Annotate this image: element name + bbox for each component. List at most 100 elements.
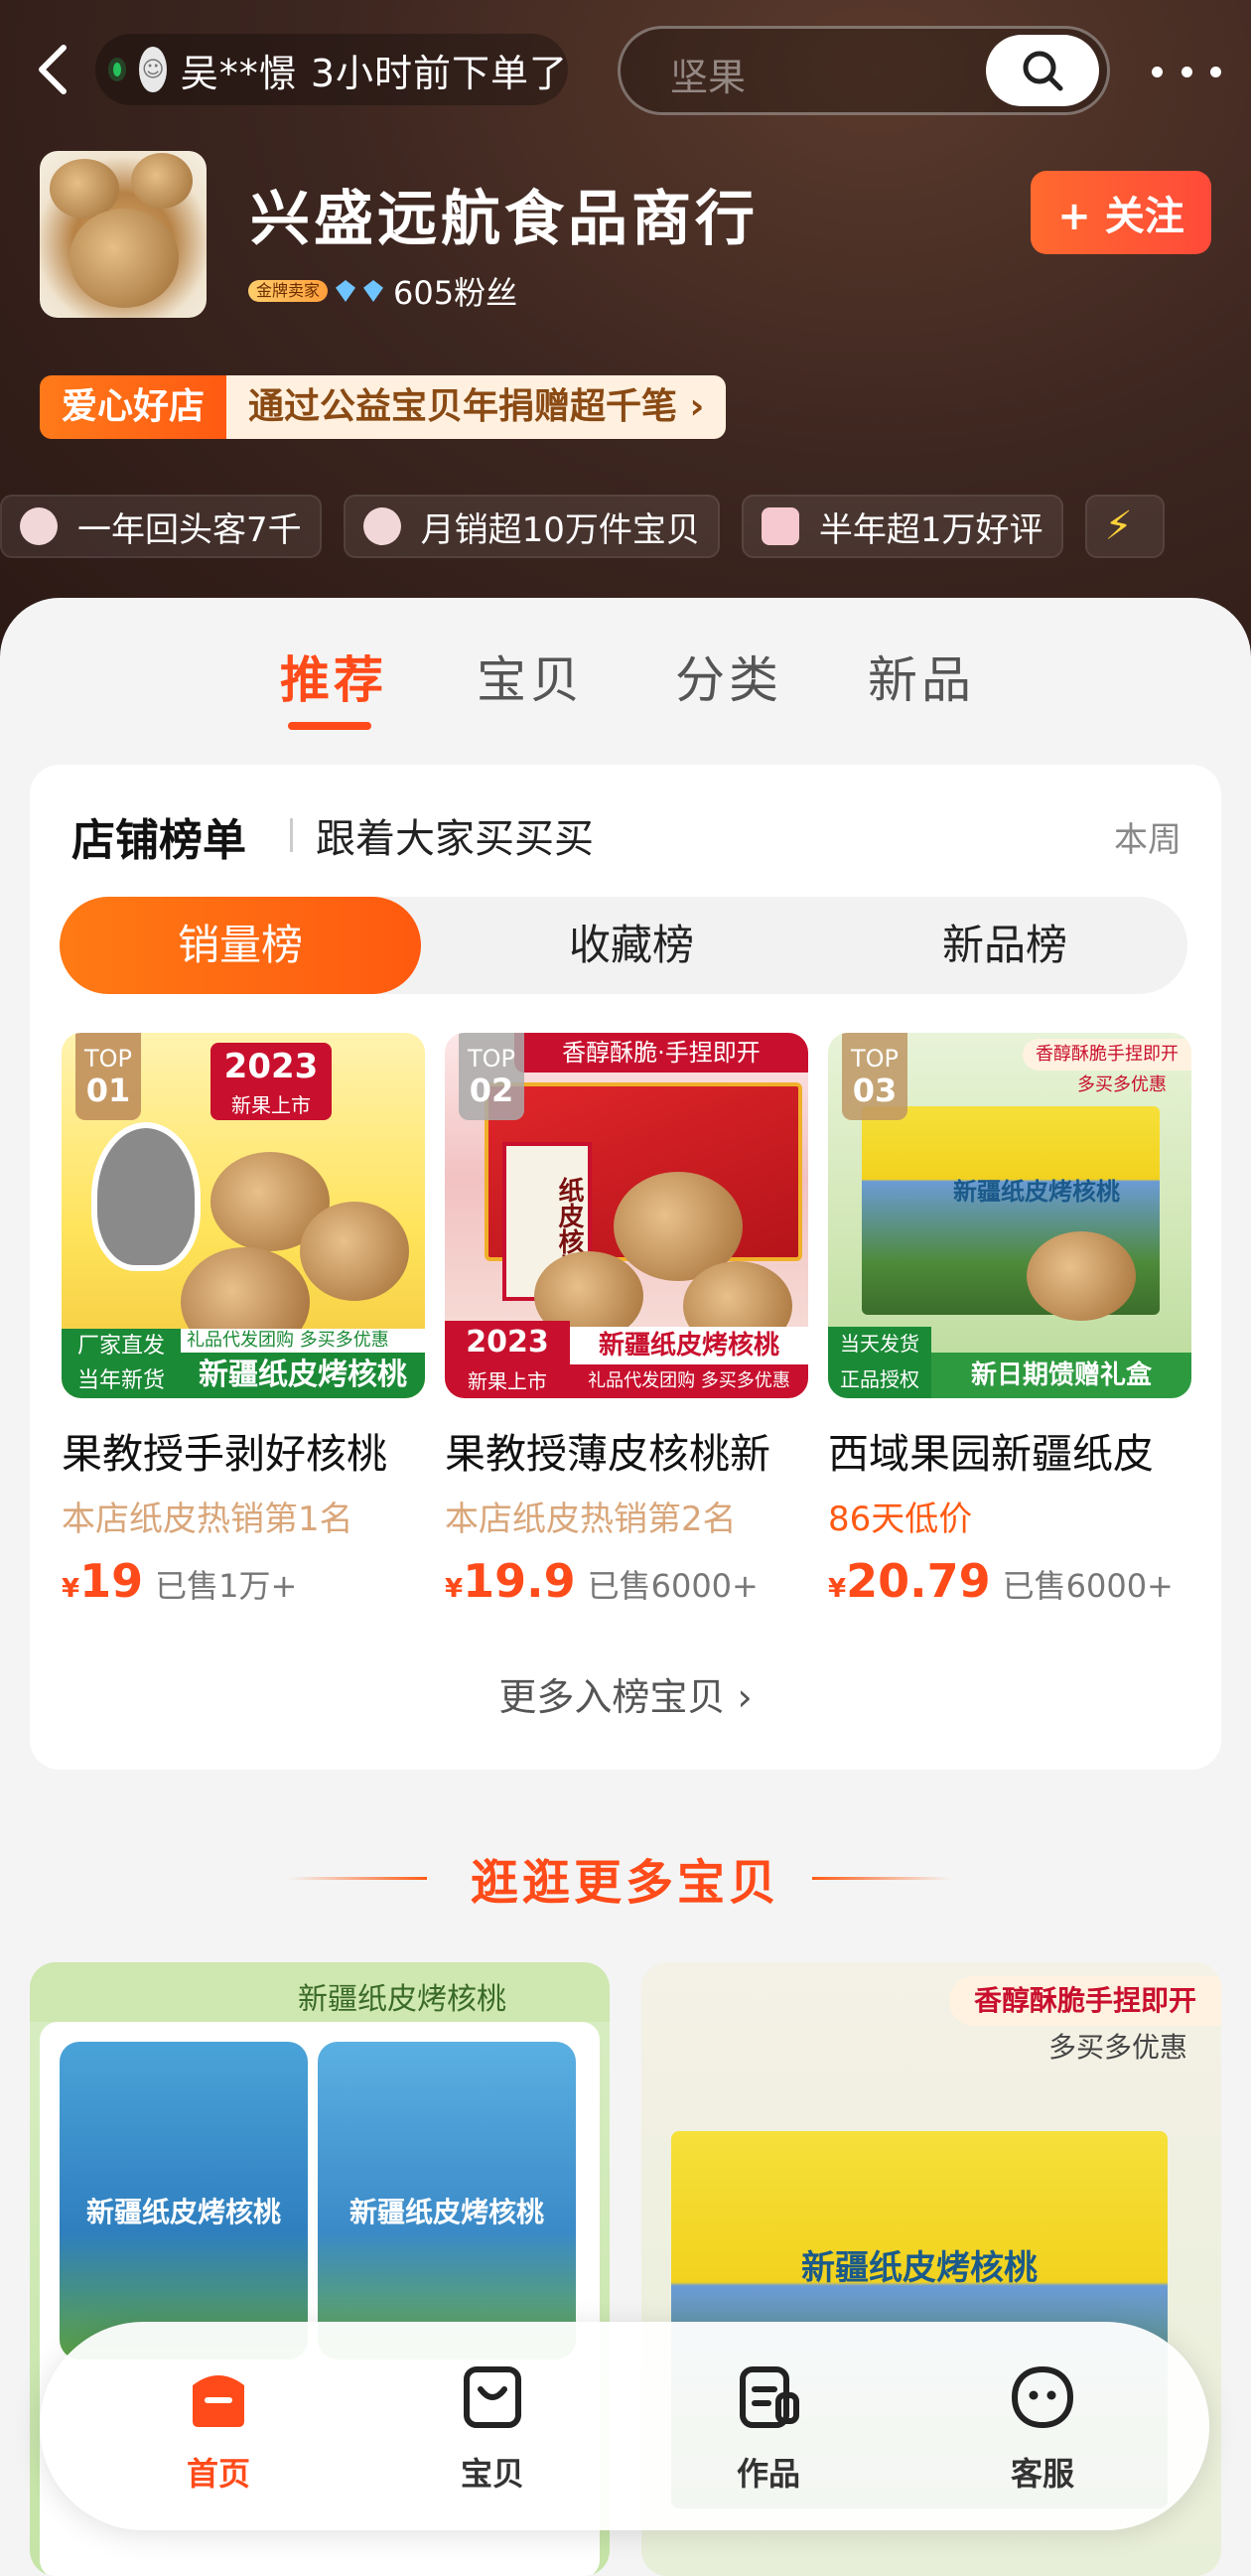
search-icon	[1023, 51, 1063, 91]
image-year-label: 2023	[445, 1321, 570, 1364]
top-rank-badge: TOP 02	[459, 1033, 524, 1120]
stat-good-reviews[interactable]: 半年超1万好评	[741, 495, 1063, 558]
image-promo-label: 多买多优惠	[1077, 1074, 1167, 1095]
back-button[interactable]	[34, 42, 83, 97]
diamond-icon	[336, 280, 356, 302]
recent-order-ticker: ☺ 吴**憬 3小时前下单了	[95, 34, 568, 105]
image-product-label: 新疆纸皮烤核桃	[953, 1178, 1120, 1206]
product-price: 19.9	[463, 1554, 576, 1608]
tab-products[interactable]: 宝贝	[477, 641, 584, 712]
search-button[interactable]	[986, 35, 1099, 106]
image-promo-label: 礼品代发团购 多买多优惠	[570, 1364, 808, 1398]
chat-face-icon	[1011, 2365, 1074, 2429]
ranking-title: 店铺榜单	[71, 815, 246, 866]
image-product-label: 新疆纸皮烤核桃	[181, 1353, 425, 1398]
product-sold: 已售6000+	[587, 1567, 759, 1605]
image-product-label: 新疆纸皮烤核桃	[570, 1327, 808, 1364]
image-direct-label: 厂家直发	[62, 1329, 181, 1364]
image-authorized-label: 正品授权	[828, 1360, 931, 1398]
ranking-period[interactable]: 本周	[1114, 812, 1182, 861]
top-bar: ☺ 吴**憬 3小时前下单了 坚果	[0, 22, 1251, 116]
segment-favorites[interactable]: 收藏榜	[441, 897, 822, 994]
ranking-segment-control: 销量榜 收藏榜 新品榜	[60, 897, 1187, 994]
up-arrow-icon	[362, 507, 401, 545]
product-name[interactable]: 西域果园新疆纸皮	[828, 1420, 1191, 1480]
recent-order-text: 吴**憬 3小时前下单了	[180, 51, 568, 95]
image-fresh-label: 当年新货	[62, 1364, 181, 1398]
stat-monthly-sales[interactable]: 月销超10万件宝贝	[343, 495, 720, 558]
charity-text: 通过公益宝贝年捐赠超千笔 ›	[226, 375, 727, 439]
more-ranked-products-link[interactable]: 更多入榜宝贝 ›	[30, 1666, 1221, 1721]
product-price-row: ¥ 19.9 已售6000+	[445, 1554, 759, 1608]
image-new-fruit-label: 新果上市	[210, 1090, 332, 1120]
lightning-icon: ⚡	[1104, 503, 1133, 549]
card-tag: 多买多优惠	[1047, 2031, 1187, 2064]
more-icon[interactable]	[1152, 52, 1221, 91]
product-name[interactable]: 果教授手剥好核桃	[62, 1420, 425, 1480]
ranking-product-3[interactable]: 香醇酥脆手捏即开 多买多优惠 新疆纸皮烤核桃 当天发货 正品授权 新日期馈赠礼盒…	[828, 1033, 1191, 1608]
product-sold: 已售1万+	[155, 1567, 298, 1605]
segment-sales[interactable]: 销量榜	[60, 897, 421, 994]
gold-seller-badge: 金牌卖家	[248, 280, 329, 302]
image-crispy-label: 香醇酥脆手捏即开	[1023, 1039, 1191, 1071]
live-dot-icon	[113, 63, 122, 76]
package-image: 新疆纸皮烤核桃	[60, 2042, 308, 2360]
more-products-header: 逛逛更多宝贝	[0, 1843, 1251, 1913]
product-rank-text: 本店纸皮热销第1名	[62, 1500, 353, 1539]
shop-ranking-card: 店铺榜单 跟着大家买买买 本周 销量榜 收藏榜 新品榜 2023 新果上市 礼品…	[30, 765, 1221, 1770]
product-image[interactable]: 香醇酥脆·手捏即开 纸皮核桃 2023 新果上市 新疆纸皮烤核桃 礼品代发团购 …	[445, 1033, 808, 1398]
diamond-icon	[363, 280, 384, 302]
segment-new[interactable]: 新品榜	[822, 897, 1187, 994]
nav-customer-service[interactable]: 客服	[973, 2361, 1112, 2495]
card-tag: 香醇酥脆手捏即开	[949, 1976, 1221, 2026]
search-input[interactable]: 坚果	[618, 26, 1110, 115]
thumbs-up-icon	[761, 507, 799, 545]
image-gift-label: 新日期馈赠礼盒	[931, 1353, 1191, 1398]
avatar: ☺	[139, 47, 167, 92]
product-image[interactable]: 香醇酥脆手捏即开 多买多优惠 新疆纸皮烤核桃 当天发货 正品授权 新日期馈赠礼盒…	[828, 1033, 1191, 1398]
nav-home[interactable]: 首页	[149, 2361, 288, 2495]
stat-returning-customers[interactable]: 一年回头客7千	[0, 495, 322, 558]
shop-name: 兴盛远航食品商行	[250, 185, 759, 254]
product-price-row: ¥ 19 已售1万+	[62, 1554, 298, 1608]
stat-more[interactable]: ⚡	[1084, 495, 1165, 558]
shop-logo[interactable]	[40, 151, 207, 318]
charity-banner[interactable]: 爱心好店 通过公益宝贝年捐赠超千笔 ›	[40, 375, 727, 439]
bag-icon	[464, 2366, 521, 2428]
walnut-image	[1027, 1231, 1136, 1321]
tab-new[interactable]: 新品	[868, 641, 975, 712]
ranking-product-1[interactable]: 2023 新果上市 礼品代发团购 多买多优惠 厂家直发 当年新货 新疆纸皮烤核桃…	[62, 1033, 425, 1608]
walnut-image	[300, 1202, 409, 1301]
user-icon	[20, 507, 58, 545]
product-rank-text: 本店纸皮热销第2名	[445, 1500, 737, 1539]
document-icon	[740, 2366, 799, 2428]
active-tab-indicator	[288, 722, 371, 730]
product-price-row: ¥ 20.79 已售6000+	[828, 1554, 1174, 1608]
product-sold: 已售6000+	[1002, 1567, 1174, 1605]
tab-category[interactable]: 分类	[675, 641, 782, 712]
product-name[interactable]: 果教授薄皮核桃新	[445, 1420, 808, 1480]
top-rank-badge: TOP 03	[842, 1033, 907, 1120]
follow-button[interactable]: + 关注	[1031, 171, 1211, 254]
image-promo-label: 礼品代发团购 多买多优惠	[181, 1329, 425, 1353]
shop-tabs: 推荐 宝贝 分类 新品	[0, 641, 1251, 740]
nav-works[interactable]: 作品	[699, 2361, 838, 2495]
more-products-title: 逛逛更多宝贝	[470, 1855, 780, 1911]
shop-badges: 金牌卖家 605粉丝	[248, 268, 517, 314]
card-header-bar: 新疆纸皮烤核桃	[30, 1962, 610, 2022]
product-rank-text: 86天低价	[828, 1500, 973, 1539]
charity-tag: 爱心好店	[40, 375, 227, 439]
mascot-image	[91, 1122, 201, 1271]
bottom-navigation: 首页 宝贝 作品 客服	[40, 2322, 1209, 2530]
image-crispy-label: 香醇酥脆·手捏即开	[514, 1033, 808, 1073]
nav-products[interactable]: 宝贝	[423, 2361, 562, 2495]
tab-recommend[interactable]: 推荐	[280, 641, 387, 712]
top-rank-badge: TOP 01	[75, 1033, 141, 1120]
card-header-text: 新疆纸皮烤核桃	[298, 1982, 506, 2017]
package-image: 新疆纸皮烤核桃	[318, 2042, 576, 2360]
product-image[interactable]: 2023 新果上市 礼品代发团购 多买多优惠 厂家直发 当年新货 新疆纸皮烤核桃…	[62, 1033, 425, 1398]
home-icon	[193, 2375, 244, 2427]
back-arrow-icon	[39, 45, 67, 94]
shop-stats: 一年回头客7千 月销超10万件宝贝 半年超1万好评 ⚡	[0, 495, 1186, 558]
ranking-product-2[interactable]: 香醇酥脆·手捏即开 纸皮核桃 2023 新果上市 新疆纸皮烤核桃 礼品代发团购 …	[445, 1033, 808, 1608]
